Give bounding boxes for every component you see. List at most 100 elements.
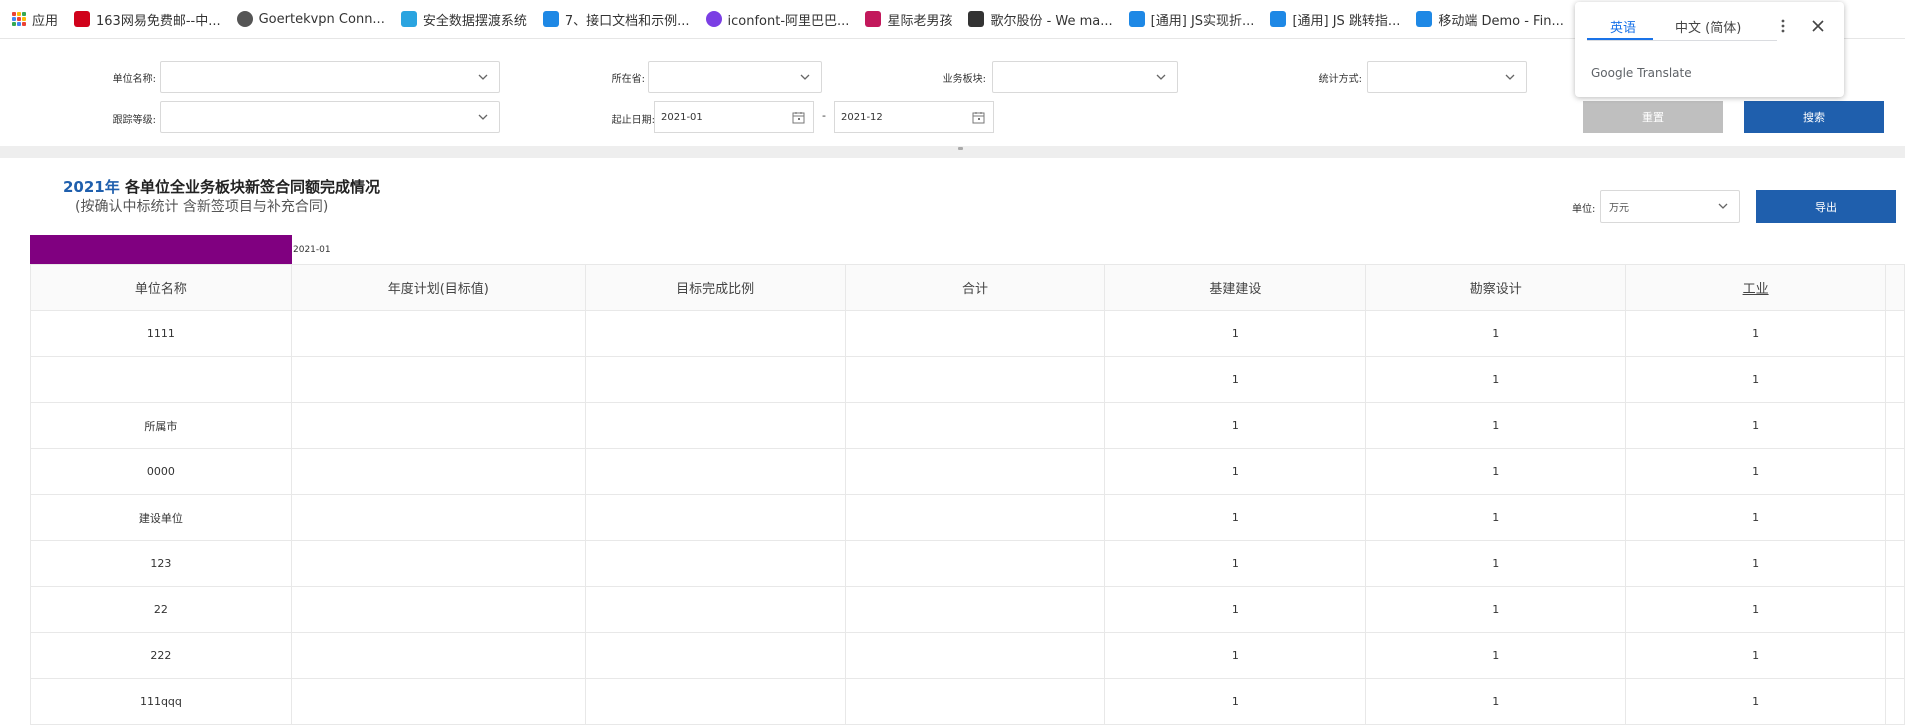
table-cell: 1 — [1105, 587, 1367, 632]
calendar-icon — [792, 112, 805, 124]
report-table: 单位名称 年度计划(目标值) 目标完成比例 合计 基建建设 勘察设计 工业 1111 1 1 1 1… — [30, 264, 1905, 725]
table-cell — [586, 587, 846, 632]
chevron-down-icon — [478, 74, 488, 80]
bookmark-item[interactable]: 应用 — [12, 0, 59, 38]
unit-select-value: 万元 — [1609, 203, 1629, 214]
date-separator: - — [822, 109, 826, 122]
more-options-icon[interactable] — [1778, 19, 1788, 33]
table-cell — [292, 357, 586, 402]
track-level-select[interactable] — [160, 101, 500, 133]
table-cell: 1 — [1366, 449, 1627, 494]
doc-icon — [542, 11, 559, 27]
collapse-divider[interactable] — [0, 146, 1905, 158]
table-cell: 0000 — [31, 449, 292, 494]
province-select[interactable] — [648, 61, 822, 93]
stat-method-select[interactable] — [1367, 61, 1527, 93]
bookmark-item[interactable]: 移动端 Demo - Fin... — [1416, 0, 1564, 38]
report-subtitle: (按确认中标统计 含新签项目与补充合同) — [75, 199, 329, 215]
start-date-value: 2021-01 — [661, 111, 703, 123]
table-row: 111 — [31, 357, 1905, 403]
table-cell — [292, 311, 586, 356]
table-cell: 1 — [1366, 587, 1627, 632]
table-cell: 1 — [1626, 587, 1886, 632]
reset-button[interactable]: 重置 — [1583, 101, 1723, 133]
table-header-cell[interactable]: 工业 — [1626, 265, 1886, 310]
collapse-handle-icon[interactable] — [958, 147, 963, 150]
google-translate-brand: Google Translate — [1591, 66, 1692, 80]
bookmark-item[interactable]: 163网易免费邮--中... — [74, 0, 221, 38]
bookmark-item[interactable]: [通用] JS实现折... — [1128, 0, 1254, 38]
table-cell: 1 — [1366, 403, 1627, 448]
doc-icon — [1128, 11, 1145, 27]
table-cell-overflow — [1886, 311, 1905, 356]
netease-icon — [74, 11, 91, 27]
end-date-value: 2021-12 — [841, 111, 883, 123]
table-row: 0000 1 1 1 — [31, 449, 1905, 495]
tab-divider — [1587, 40, 1777, 41]
segment-select[interactable] — [992, 61, 1178, 93]
table-cell: 111qqq — [31, 679, 292, 724]
table-cell: 1 — [1366, 679, 1627, 724]
bookmark-item[interactable]: 安全数据摆渡系统 — [400, 0, 527, 38]
table-cell: 所属市 — [31, 403, 292, 448]
bookmark-item[interactable]: 歌尔股份 - We ma... — [968, 0, 1113, 38]
table-cell: 1 — [1105, 541, 1367, 586]
search-button[interactable]: 搜索 — [1744, 101, 1884, 133]
unit-label: 单位: — [1572, 204, 1596, 215]
table-cell-overflow — [1886, 403, 1905, 448]
translate-tab-target[interactable]: 中文 (简体) — [1675, 17, 1741, 36]
table-row: 123 1 1 1 — [31, 541, 1905, 587]
bookmark-item[interactable]: [通用] JS 跳转指... — [1270, 0, 1401, 38]
unit-name-label: 单位名称: — [112, 74, 156, 85]
table-cell: 1 — [1626, 357, 1886, 402]
table-cell: 1 — [1366, 495, 1627, 540]
bookmark-label: 移动端 Demo - Fin... — [1438, 13, 1564, 29]
province-label: 所在省: — [611, 74, 645, 85]
bookmark-item[interactable]: Goertekvpn Conn... — [236, 0, 385, 38]
table-cell — [292, 633, 586, 678]
table-cell: 1 — [1105, 633, 1367, 678]
bookmark-item[interactable]: 星际老男孩 — [865, 0, 953, 38]
unit-name-select[interactable] — [160, 61, 500, 93]
table-cell: 1 — [1366, 311, 1627, 356]
chevron-down-icon — [1718, 203, 1728, 209]
report-year: 2021年 — [63, 178, 120, 196]
start-date-input[interactable]: 2021-01 — [654, 101, 814, 133]
end-date-input[interactable]: 2021-12 — [834, 101, 994, 133]
bookmark-label: 应用 — [32, 13, 59, 29]
table-cell — [846, 633, 1106, 678]
table-cell — [846, 495, 1106, 540]
table-cell: 1 — [1105, 679, 1367, 724]
table-cell-overflow — [1886, 357, 1905, 402]
table-cell: 1 — [1626, 633, 1886, 678]
table-cell: 1 — [1626, 679, 1886, 724]
table-row: 所属市 1 1 1 — [31, 403, 1905, 449]
google-translate-popup: 英语 中文 (简体) Google Translate — [1575, 2, 1844, 97]
unit-select[interactable]: 万元 — [1600, 190, 1740, 223]
table-header-cell: 勘察设计 — [1366, 265, 1627, 310]
segment-label: 业务板块: — [942, 74, 986, 85]
export-button[interactable]: 导出 — [1756, 190, 1896, 223]
translate-tab-source[interactable]: 英语 — [1610, 17, 1636, 36]
table-cell: 1 — [1105, 495, 1367, 540]
table-cell: 1 — [1366, 633, 1627, 678]
ferry-icon — [400, 11, 417, 27]
table-header-cell-overflow — [1886, 265, 1905, 310]
chevron-down-icon — [1505, 74, 1515, 80]
table-cell — [586, 403, 846, 448]
bookmark-item[interactable]: iconfont-阿里巴巴... — [705, 0, 849, 38]
iconfont-icon — [705, 11, 722, 27]
bookmark-item[interactable]: 7、接口文档和示例... — [542, 0, 690, 38]
table-cell: 1 — [1626, 541, 1886, 586]
bookmark-label: [通用] JS 跳转指... — [1292, 13, 1401, 29]
bookmark-label: 星际老男孩 — [887, 13, 953, 29]
close-icon[interactable] — [1812, 20, 1824, 32]
table-cell — [292, 587, 586, 632]
table-cell — [846, 449, 1106, 494]
table-header-cell: 合计 — [846, 265, 1106, 310]
chevron-down-icon — [1156, 74, 1166, 80]
table-header-cell: 基建建设 — [1105, 265, 1367, 310]
table-cell: 1 — [1105, 449, 1367, 494]
bookmark-label: Goertekvpn Conn... — [258, 11, 385, 27]
calendar-icon — [972, 112, 985, 124]
